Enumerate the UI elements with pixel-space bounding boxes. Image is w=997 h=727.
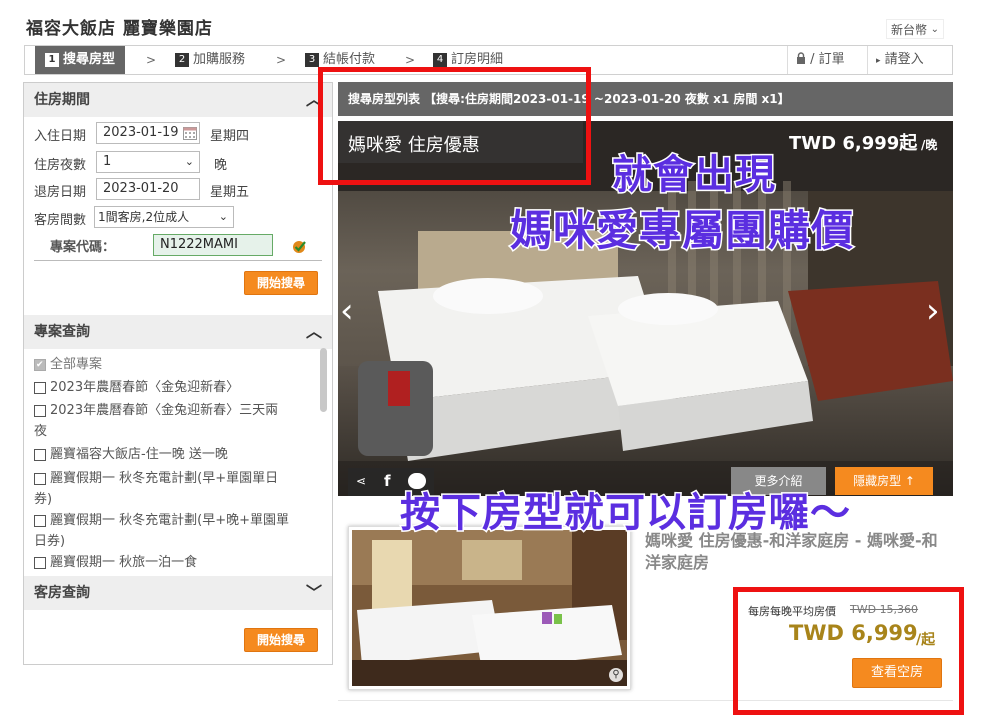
project-item[interactable]: 麗寶福容大飯店-住一晚 送一晚 — [34, 444, 309, 465]
checkbox[interactable] — [34, 556, 46, 569]
checkout-weekday: 星期五 — [210, 185, 250, 200]
nights-select[interactable]: 1 ⌄ — [96, 151, 200, 173]
room-search-button[interactable]: 開始搜尋 — [244, 628, 318, 652]
calendar-icon[interactable] — [183, 126, 197, 147]
chevron-down-icon: ⌄ — [218, 210, 228, 223]
rooms-guests-select[interactable]: 1間客房,2位成人 ⌄ — [94, 206, 234, 228]
project-item-all[interactable]: ✔ 全部專案 — [34, 354, 309, 375]
highlight-box-caption — [318, 67, 591, 185]
list-scrollbar[interactable] — [320, 348, 327, 412]
stay-period-header[interactable]: 住房期間 ︿ — [24, 83, 332, 117]
checkbox[interactable] — [34, 448, 46, 461]
chevron-down-icon: ⌄ — [930, 24, 939, 35]
project-query-header[interactable]: 專案查詢 ︿ — [24, 315, 332, 349]
chevron-up-icon: ︿ — [305, 322, 322, 341]
share-icon[interactable]: ⋖ — [356, 474, 366, 488]
annotation-line2: 媽咪愛專屬團購價 — [508, 205, 855, 257]
checkbox[interactable] — [34, 381, 46, 394]
checkout-date-input[interactable]: 2023-01-20 — [96, 178, 200, 200]
checkout-label: 退房日期 — [34, 185, 87, 200]
hotel-title: 福容大飯店 麗寶樂園店 — [26, 19, 213, 39]
checked-checkbox[interactable]: ✔ — [34, 358, 46, 371]
checkbox[interactable] — [34, 514, 46, 527]
nights-unit: 晚 — [214, 158, 228, 173]
project-item[interactable]: 麗寶假期一 秋冬充電計劃(早+晚+單園單日券) — [34, 510, 296, 552]
highlight-box-price — [733, 587, 964, 715]
caret-right-icon: ▸ — [876, 56, 881, 66]
step-search-room[interactable]: 1 搜尋房型 — [35, 46, 126, 74]
checkin-weekday: 星期四 — [210, 129, 250, 144]
chevron-down-icon: ⌄ — [184, 155, 194, 168]
project-item[interactable]: 2023年農曆春節〈金兔迎新春〉 — [34, 377, 309, 398]
start-search-button[interactable]: 開始搜尋 — [244, 271, 318, 295]
room-query-header[interactable]: 客房查詢 ﹀ — [24, 576, 332, 610]
step-arrow: > — [276, 53, 287, 67]
search-panel: 住房期間 ︿ 入住日期 2023-01-19 星期四 住房夜數 1 ⌄ 晚 退房… — [23, 82, 333, 665]
checkin-date-input[interactable]: 2023-01-19 — [96, 122, 200, 144]
room-thumbnail-photo — [352, 530, 627, 686]
step-arrow: > — [146, 53, 157, 67]
hero-price: TWD 6,999起 — [789, 133, 918, 154]
login-link[interactable]: ▸ 請登入 — [867, 46, 932, 74]
divider — [34, 260, 322, 261]
checkbox[interactable] — [34, 404, 46, 417]
checkin-label: 入住日期 — [34, 129, 87, 144]
project-item[interactable]: 麗寶假期一 秋冬充電計劃(早+單園單日券) — [34, 468, 296, 510]
promo-code-label: 專案代碼： — [50, 240, 116, 255]
annotation-line3: 按下房型就可以訂房囉～ — [399, 489, 852, 538]
hero-price-unit: /晚 — [921, 138, 938, 152]
checkbox[interactable] — [34, 472, 46, 485]
facebook-icon[interactable]: f — [384, 472, 391, 490]
lock-icon — [796, 52, 810, 67]
step-addons[interactable]: 2 加購服務 — [175, 46, 245, 74]
promo-code-input[interactable]: N1222MAMI — [153, 234, 273, 256]
project-item[interactable]: 麗寶假期一 秋旅一泊一食 — [34, 552, 309, 573]
rooms-label: 客房間數 — [34, 213, 87, 228]
zoom-icon[interactable]: ⚲ — [609, 668, 623, 682]
next-arrow-icon[interactable]: › — [926, 291, 940, 331]
nights-label: 住房夜數 — [34, 158, 87, 173]
prev-arrow-icon[interactable]: ‹ — [340, 291, 354, 331]
check-valid-icon — [292, 239, 307, 258]
currency-select[interactable]: 新台幣 ⌄ — [886, 19, 944, 39]
annotation-line1: 就會出現 — [611, 151, 777, 200]
project-item[interactable]: 2023年農曆春節〈金兔迎新春〉三天兩夜 — [34, 400, 289, 442]
chevron-down-icon: ﹀ — [305, 583, 322, 602]
order-link[interactable]: / 訂單 — [787, 46, 853, 74]
room-thumbnail[interactable]: ⚲ — [348, 526, 631, 690]
